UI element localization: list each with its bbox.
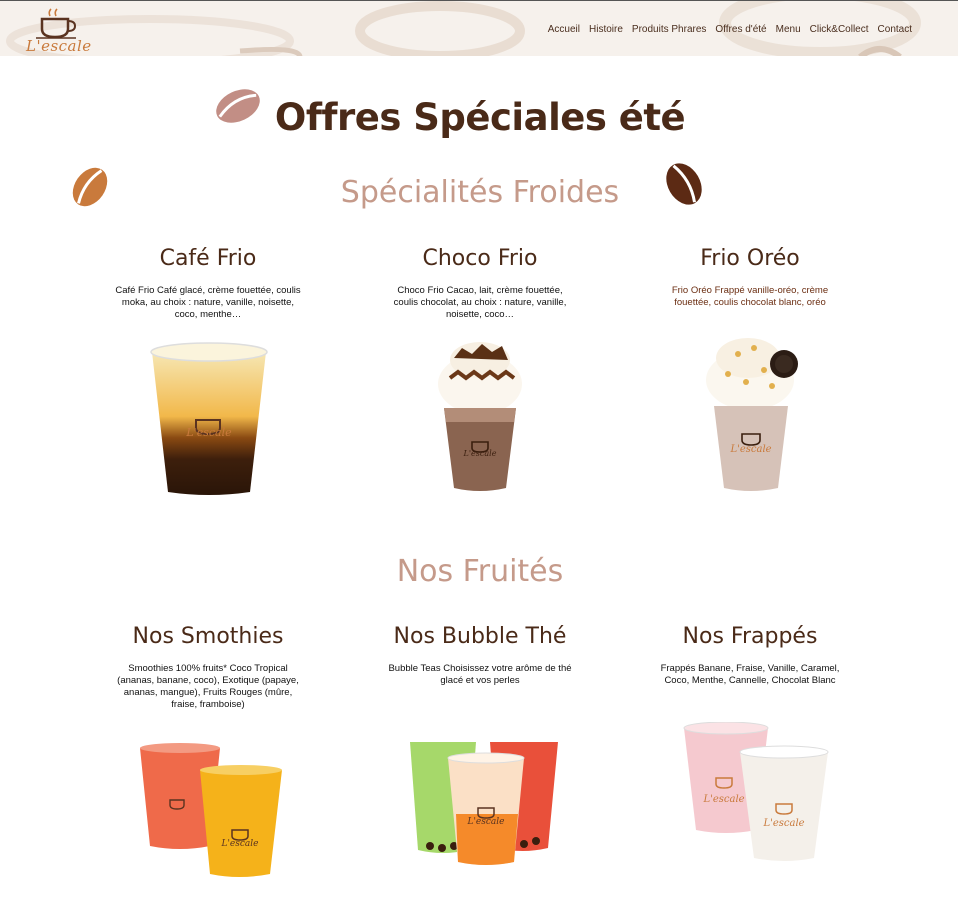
product-description: Choco Frio Cacao, lait, crème fouettée, … — [393, 285, 567, 320]
product-card-smoothies: Nos Smothies Smoothies 100% fruits* Coco… — [88, 624, 328, 711]
product-description: Café Frio Café glacé, crème fouettée, co… — [115, 285, 301, 320]
product-title: Choco Frio — [422, 246, 538, 271]
main-nav: Accueil Histoire Produits Phrares Offres… — [548, 24, 912, 35]
svg-text:L'escale: L'escale — [762, 818, 804, 829]
svg-text:L'escale: L'escale — [466, 817, 504, 827]
svg-text:L'escale: L'escale — [729, 444, 771, 455]
coffee-cup-logo-icon — [36, 8, 77, 39]
section-title-specialites-froides: Spécialités Froides — [340, 175, 620, 210]
product-description: Frappés Banane, Fraise, Vanille, Caramel… — [660, 663, 840, 686]
bubble-the-image: L'escale — [410, 742, 558, 865]
product-card-frappes: Nos Frappés Frappés Banane, Fraise, Vani… — [630, 624, 870, 687]
product-description: Smoothies 100% fruits* Coco Tropical (an… — [117, 663, 299, 710]
product-title: Frio Oréo — [700, 246, 800, 271]
svg-text:L'escale: L'escale — [220, 839, 258, 849]
nav-contact[interactable]: Contact — [878, 24, 912, 35]
svg-text:L'escale: L'escale — [463, 449, 497, 458]
product-card-bubble-the: Nos Bubble Thé Bubble Teas Choisissez vo… — [360, 624, 600, 687]
site-header: L'escale Accueil Histoire Produits Phrar… — [0, 0, 958, 56]
choco-frio-image: L'escale — [438, 342, 522, 491]
nav-click-collect[interactable]: Click&Collect — [810, 24, 869, 35]
nav-histoire[interactable]: Histoire — [589, 24, 623, 35]
svg-text:L'escale: L'escale — [702, 794, 744, 805]
section-title-nos-fruites: Nos Fruités — [396, 554, 564, 589]
product-card-choco-frio: Choco Frio Choco Frio Cacao, lait, crème… — [360, 246, 600, 321]
frappes-image: L'escale L'escale — [683, 722, 829, 861]
product-title: Nos Smothies — [132, 624, 284, 649]
nav-menu[interactable]: Menu — [776, 24, 801, 35]
product-description: Bubble Teas Choisissez votre arôme de th… — [388, 663, 572, 686]
product-title: Café Frio — [159, 246, 257, 271]
cafe-frio-image: L'escale — [150, 342, 268, 495]
page-title: Offres Spéciales été — [274, 96, 686, 139]
product-card-frio-oreo: Frio Oréo Frio Oréo Frappé vanille-oréo,… — [630, 246, 870, 309]
product-title: Nos Frappés — [682, 624, 818, 649]
smoothies-image: L'escale — [140, 743, 282, 877]
product-description: Frio Oréo Frappé vanille-oréo, crème fou… — [671, 285, 829, 308]
nav-offres-ete[interactable]: Offres d'été — [715, 24, 766, 35]
product-card-cafe-frio: Café Frio Café Frio Café glacé, crème fo… — [88, 246, 328, 321]
frio-oreo-image: L'escale — [706, 338, 798, 491]
svg-text:L'escale: L'escale — [185, 426, 232, 439]
logo-text: L'escale — [26, 37, 92, 55]
nav-produits-phrares[interactable]: Produits Phrares — [632, 24, 706, 35]
logo[interactable]: L'escale — [22, 7, 92, 55]
product-title: Nos Bubble Thé — [393, 624, 567, 649]
nav-accueil[interactable]: Accueil — [548, 24, 580, 35]
